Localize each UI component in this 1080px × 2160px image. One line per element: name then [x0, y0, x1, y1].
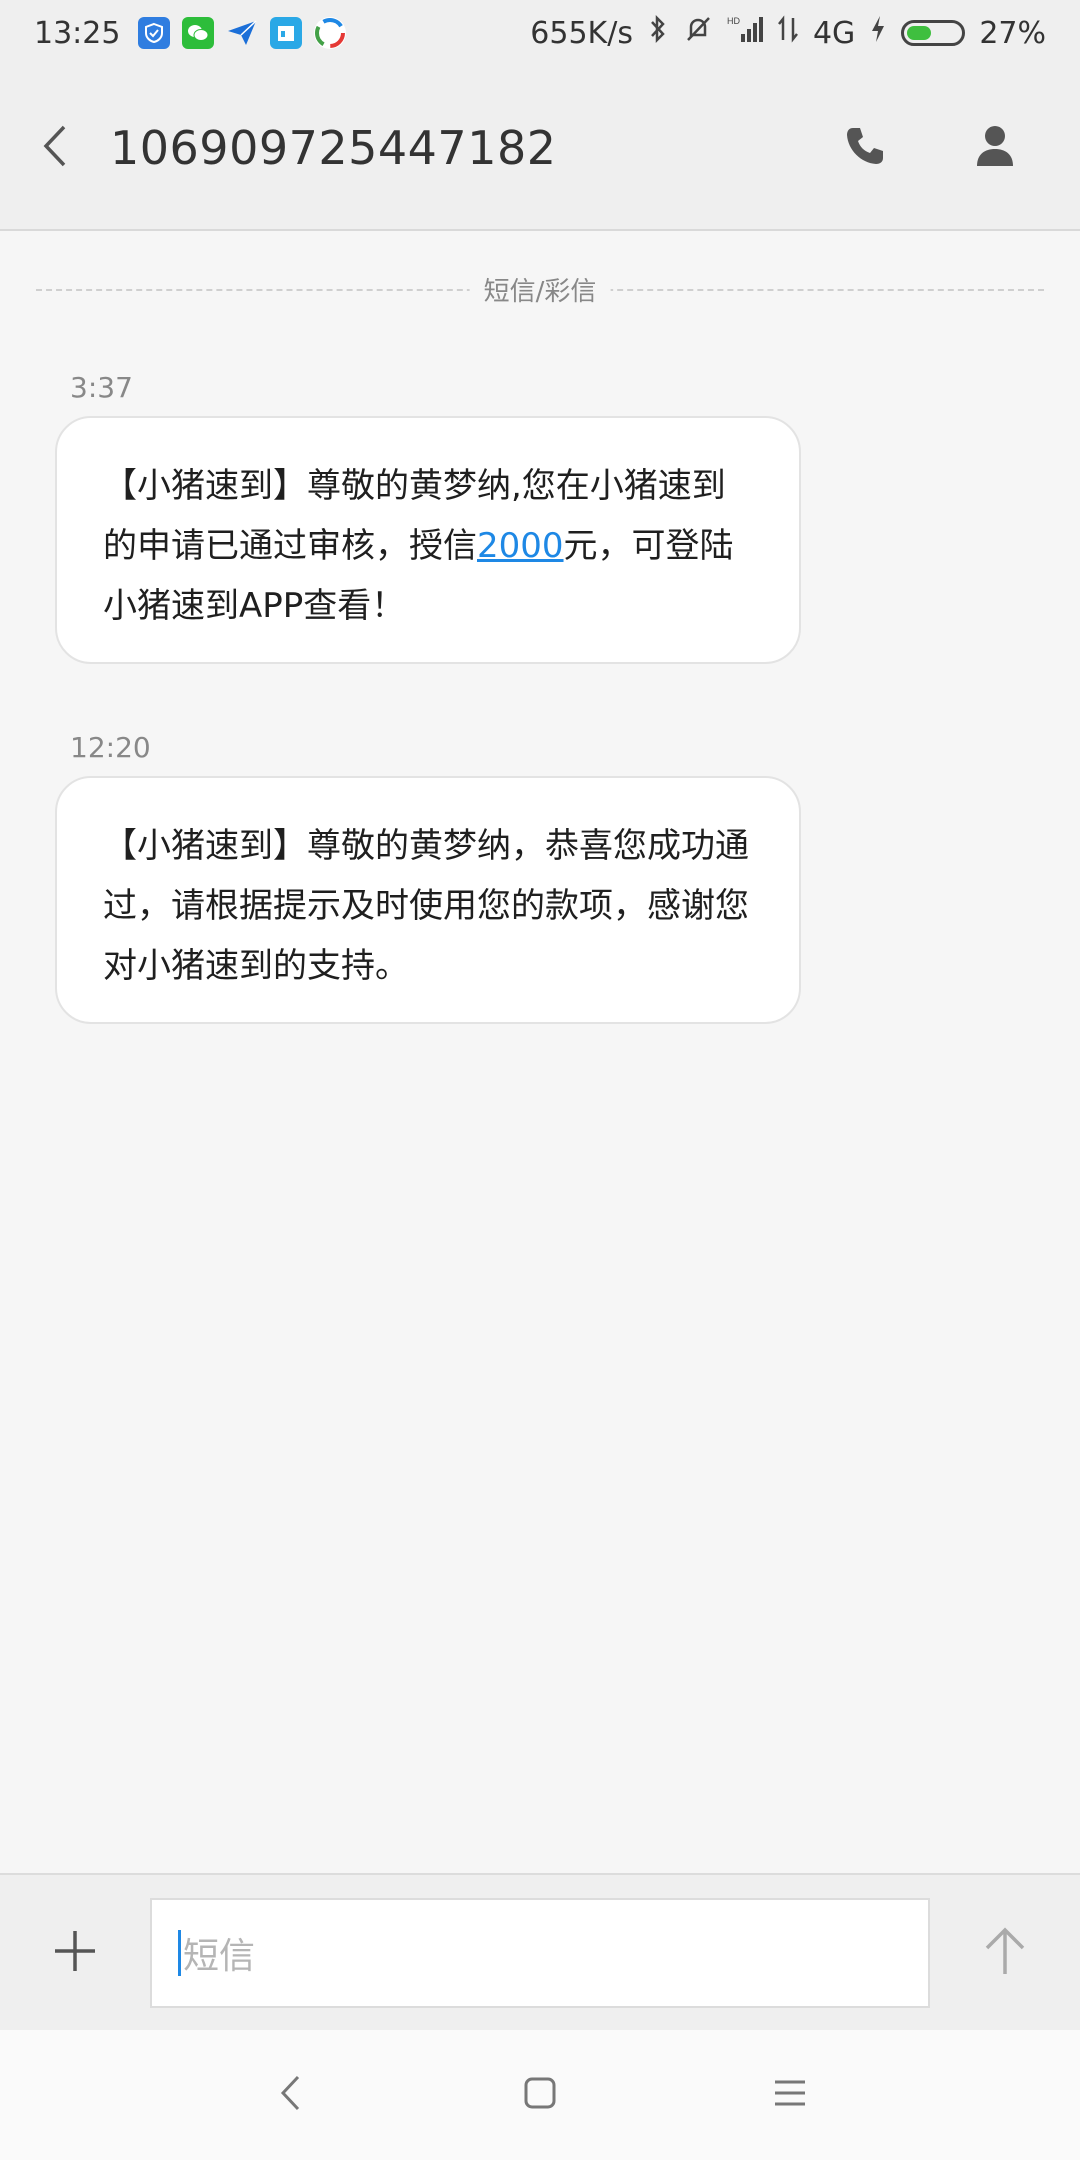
message-input-placeholder: 短信 — [183, 1935, 256, 1977]
battery-fill — [907, 26, 931, 40]
send-arrow-icon — [982, 1926, 1028, 1980]
network-speed: 655K/s — [530, 15, 633, 51]
message-bubble[interactable]: 【小猪速到】尊敬的黄梦纳,您在小猪速到的申请已通过审核，授信2000元，可登陆小… — [55, 416, 801, 664]
nav-back-icon — [278, 2073, 302, 2117]
back-arrow-icon — [40, 121, 70, 175]
signal-icon: HD — [727, 14, 763, 52]
battery-icon — [901, 20, 966, 46]
message-text: 【小猪速到】尊敬的黄梦纳，恭喜您成功通过，请根据提示及时使用您的款项，感谢您对小… — [103, 826, 749, 986]
bird-icon — [226, 17, 258, 49]
nav-back-button[interactable] — [250, 2055, 330, 2135]
attach-button[interactable] — [0, 1878, 150, 2028]
status-bar: 13:25 655K/s HD 4G 27% — [0, 0, 1080, 66]
nav-menu-button[interactable] — [750, 2055, 830, 2135]
status-time: 13:25 — [34, 15, 121, 51]
conversation-header: 106909725447182 — [0, 66, 1080, 231]
svg-text:HD: HD — [727, 16, 740, 26]
shield-icon — [138, 17, 171, 49]
calendar-icon — [270, 17, 303, 49]
notification-icons — [138, 17, 347, 49]
network-type: 4G — [812, 15, 856, 51]
data-arrows-icon — [777, 14, 799, 52]
charging-icon — [869, 14, 887, 52]
contact-icon — [975, 124, 1015, 172]
divider-label: 短信/彩信 — [469, 271, 611, 308]
nav-home-icon — [523, 2076, 557, 2114]
status-right: 655K/s HD 4G 27% — [530, 14, 1046, 52]
bluetooth-icon — [647, 14, 669, 52]
nav-home-button[interactable] — [500, 2055, 580, 2135]
nav-menu-icon — [773, 2078, 807, 2112]
composer-bar: 短信 — [0, 1873, 1080, 2030]
contact-button[interactable] — [950, 103, 1040, 193]
mute-bell-icon — [683, 14, 713, 52]
phone-icon — [844, 125, 886, 171]
message-timestamp: 12:20 — [70, 731, 151, 764]
call-button[interactable] — [820, 103, 910, 193]
plus-icon — [52, 1928, 98, 1978]
wechat-icon — [182, 17, 215, 49]
battery-percent: 27% — [979, 15, 1046, 51]
message-input[interactable]: 短信 — [150, 1897, 930, 2008]
text-caret — [178, 1929, 181, 1976]
message-bubble[interactable]: 【小猪速到】尊敬的黄梦纳，恭喜您成功通过，请根据提示及时使用您的款项，感谢您对小… — [55, 776, 801, 1024]
send-button[interactable] — [930, 1878, 1080, 2028]
message-list[interactable]: 短信/彩信 3:37 【小猪速到】尊敬的黄梦纳,您在小猪速到的申请已通过审核，授… — [0, 231, 1080, 1873]
page-title: 106909725447182 — [110, 120, 557, 175]
back-button[interactable] — [0, 93, 110, 203]
system-nav-bar — [0, 2030, 1080, 2160]
browser-icon — [314, 17, 347, 49]
amount-link[interactable]: 2000 — [477, 526, 564, 566]
message-timestamp: 3:37 — [70, 371, 133, 404]
